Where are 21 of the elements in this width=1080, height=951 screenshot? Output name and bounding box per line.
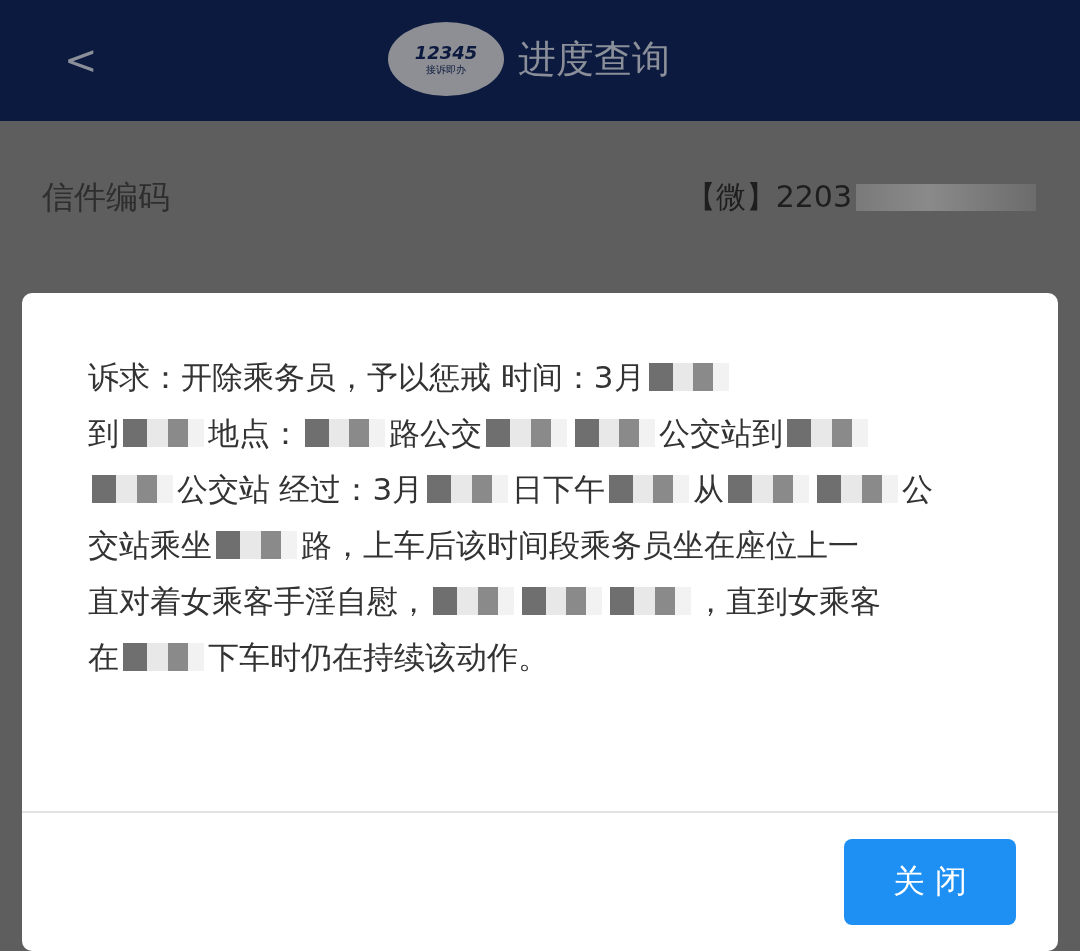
logo-caption: 接诉即办 — [426, 62, 466, 77]
complaint-text: 直对着女乘客手淫自慰， — [88, 581, 429, 621]
complaint-text: 路，上车后该时间段乘务员坐在座位上一 — [300, 525, 859, 565]
complaint-text: 交站乘坐 — [88, 525, 212, 565]
complaint-text: 日下午 — [511, 469, 605, 509]
complaint-text: 到 — [88, 413, 119, 453]
complaint-text: 公交站 经过：3月 — [176, 469, 424, 509]
complaint-text: ，直到女乘客 — [694, 581, 881, 621]
complaint-text: 路公交 — [389, 413, 483, 453]
complaint-text: 公 — [901, 469, 933, 509]
complaint-text: 下车时仍在持续该动作。 — [207, 637, 549, 677]
complaint-text: 诉求：开除乘务员，予以惩戒 时间：3月 — [88, 357, 645, 397]
field-value: 【微】2203 — [685, 178, 852, 217]
logo-number: 12345 — [414, 41, 478, 63]
back-button[interactable]: < — [56, 37, 106, 84]
complaint-text: 公交站到 — [659, 413, 784, 453]
complaint-text: 在 — [88, 637, 119, 677]
complaint-text: 地点： — [207, 413, 301, 453]
close-button[interactable]: 关 闭 — [844, 839, 1016, 925]
page-title: 进度查询 — [518, 35, 670, 83]
complaint-text: 从 — [693, 469, 725, 509]
